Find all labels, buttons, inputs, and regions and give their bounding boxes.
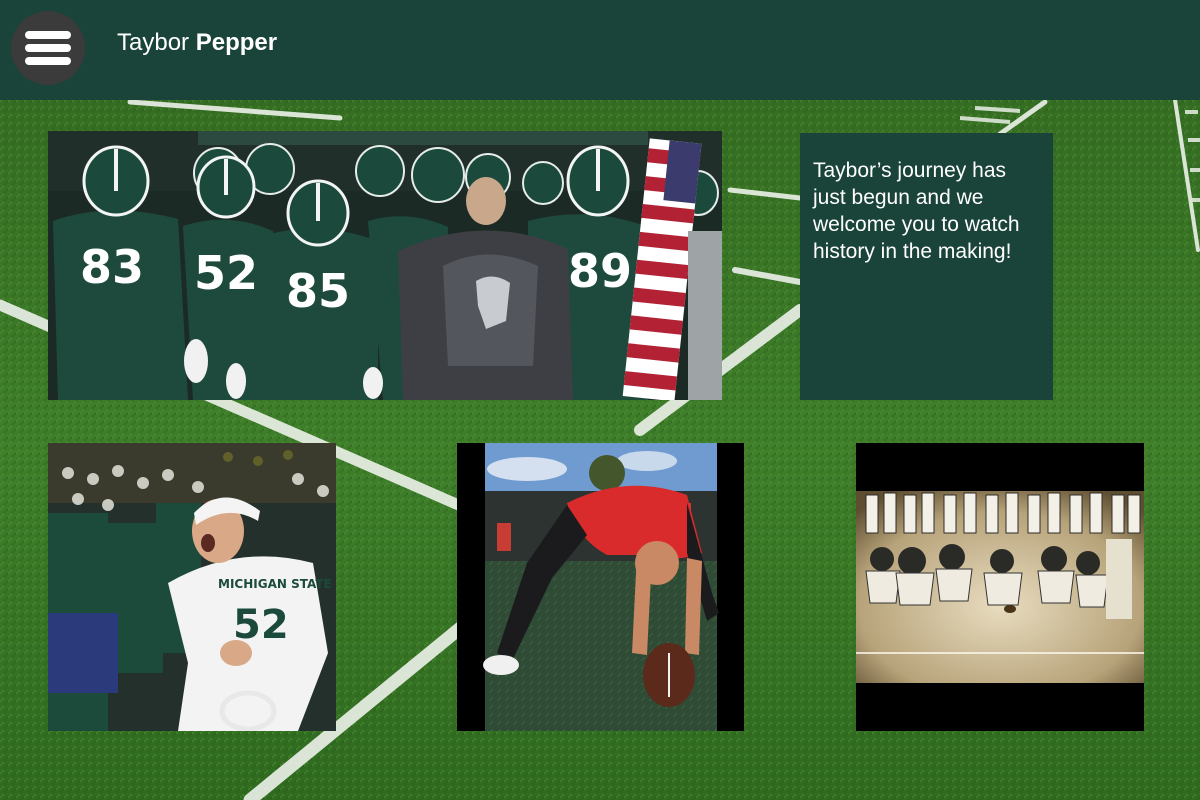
jersey-number-52: 52: [194, 246, 258, 300]
jersey-number-85: 85: [286, 264, 350, 318]
player-celebration-photo[interactable]: 52 MICHIGAN STATE: [48, 443, 336, 731]
hamburger-menu-icon: [25, 31, 71, 39]
long-snapper-stretch-photo[interactable]: [457, 443, 744, 731]
team-lineup-photo[interactable]: [856, 443, 1144, 731]
top-header: Taybor Pepper: [0, 0, 1200, 100]
jersey-chest-text: MICHIGAN STATE: [218, 577, 332, 591]
title-last-name: Pepper: [195, 29, 278, 56]
hamburger-menu-icon-bar: [25, 44, 71, 52]
intro-text-box: Taybor’s journey has just begun and we w…: [800, 133, 1053, 400]
jersey-number-83: 83: [80, 240, 144, 294]
hamburger-menu-icon-bar: [25, 57, 71, 65]
intro-text: Taybor’s journey has just begun and we w…: [813, 159, 1020, 263]
menu-button[interactable]: [11, 11, 85, 85]
team-tunnel-photo[interactable]: 83 52 85 89: [48, 131, 722, 400]
title-first-name: Taybor: [117, 29, 190, 56]
jersey-number-89: 89: [568, 244, 632, 298]
site-title[interactable]: Taybor Pepper: [117, 28, 277, 58]
